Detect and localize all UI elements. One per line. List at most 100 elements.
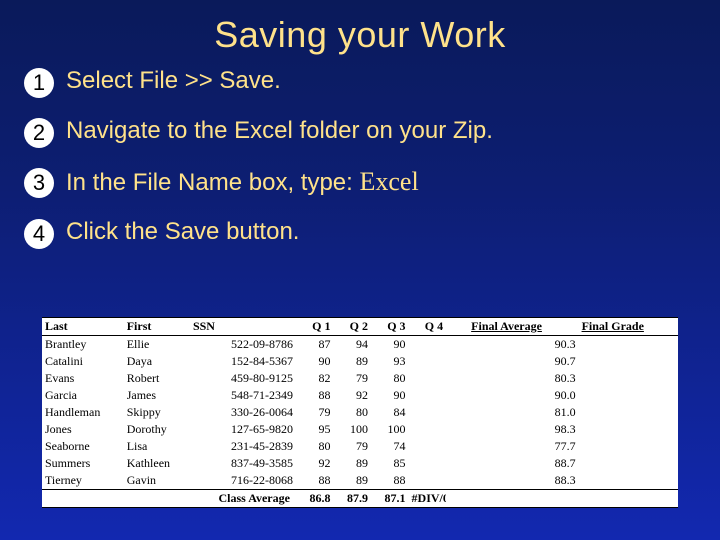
cell-gap	[446, 455, 468, 472]
cell-q1: 88	[296, 387, 334, 404]
cell-final-average: 88.3	[468, 472, 578, 490]
cell-gap	[446, 387, 468, 404]
cell-last: Seaborne	[42, 438, 124, 455]
footer-label: Class Average	[42, 490, 296, 508]
cell-final-average: 81.0	[468, 404, 578, 421]
step-text: In the File Name box, type: Excel	[66, 166, 700, 199]
cell-gap	[446, 370, 468, 387]
cell-q4	[409, 472, 447, 490]
footer-gap	[446, 490, 468, 508]
cell-final-grade	[579, 404, 678, 421]
cell-gap	[446, 404, 468, 421]
data-table-container: Last First SSN Q 1 Q 2 Q 3 Q 4 Final Ave…	[42, 317, 678, 508]
cell-q1: 80	[296, 438, 334, 455]
table-body: BrantleyEllie522-09-878687949090.3Catali…	[42, 336, 678, 490]
cell-q1: 90	[296, 353, 334, 370]
cell-final-grade	[579, 455, 678, 472]
table-row: CataliniDaya152-84-536790899390.7	[42, 353, 678, 370]
cell-q3: 74	[371, 438, 409, 455]
cell-ssn: 459-80-9125	[190, 370, 296, 387]
col-header-first: First	[124, 318, 190, 336]
cell-q3: 90	[371, 387, 409, 404]
step-text-emphasis: Excel	[359, 167, 418, 196]
cell-q4	[409, 438, 447, 455]
cell-gap	[446, 336, 468, 354]
footer-q2: 87.9	[333, 490, 371, 508]
step-number: 4	[24, 219, 54, 249]
cell-final-grade	[579, 387, 678, 404]
cell-q4	[409, 353, 447, 370]
cell-q4	[409, 404, 447, 421]
cell-q1: 82	[296, 370, 334, 387]
cell-q2: 79	[333, 370, 371, 387]
table-header-row: Last First SSN Q 1 Q 2 Q 3 Q 4 Final Ave…	[42, 318, 678, 336]
cell-first: Skippy	[124, 404, 190, 421]
cell-final-average: 77.7	[468, 438, 578, 455]
cell-first: Dorothy	[124, 421, 190, 438]
table-row: HandlemanSkippy330-26-0064798084 81.0	[42, 404, 678, 421]
cell-q2: 89	[333, 455, 371, 472]
footer-q4: #DIV/0!	[409, 490, 447, 508]
step-text: Click the Save button.	[66, 217, 700, 247]
col-header-q1: Q 1	[296, 318, 334, 336]
cell-final-grade	[579, 472, 678, 490]
cell-final-average: 98.3	[468, 421, 578, 438]
cell-q4	[409, 455, 447, 472]
cell-last: Brantley	[42, 336, 124, 354]
step-text-prefix: In the File Name box, type:	[66, 169, 359, 196]
cell-gap	[446, 421, 468, 438]
cell-last: Garcia	[42, 387, 124, 404]
cell-first: Ellie	[124, 336, 190, 354]
footer-q1: 86.8	[296, 490, 334, 508]
cell-final-grade	[579, 353, 678, 370]
cell-first: Robert	[124, 370, 190, 387]
steps-list: 1 Select File >> Save. 2 Navigate to the…	[0, 66, 720, 249]
footer-fgrade	[579, 490, 678, 508]
cell-q3: 90	[371, 336, 409, 354]
footer-favg	[468, 490, 578, 508]
cell-last: Jones	[42, 421, 124, 438]
cell-q4	[409, 370, 447, 387]
cell-last: Summers	[42, 455, 124, 472]
cell-gap	[446, 472, 468, 490]
table-row: SeaborneLisa231-45-283980797477.7	[42, 438, 678, 455]
step-text: Navigate to the Excel folder on your Zip…	[66, 116, 700, 146]
table-row: JonesDorothy127-65-98209510010098.3	[42, 421, 678, 438]
step-text: Select File >> Save.	[66, 66, 700, 96]
cell-first: James	[124, 387, 190, 404]
cell-final-grade	[579, 336, 678, 354]
cell-ssn: 330-26-0064	[190, 404, 296, 421]
cell-q2: 89	[333, 353, 371, 370]
col-header-q3: Q 3	[371, 318, 409, 336]
col-header-q2: Q 2	[333, 318, 371, 336]
cell-gap	[446, 438, 468, 455]
cell-q4	[409, 421, 447, 438]
step-1: 1 Select File >> Save.	[24, 66, 700, 98]
cell-last: Evans	[42, 370, 124, 387]
cell-q4	[409, 336, 447, 354]
cell-q1: 79	[296, 404, 334, 421]
cell-gap	[446, 353, 468, 370]
footer-q3: 87.1	[371, 490, 409, 508]
cell-first: Kathleen	[124, 455, 190, 472]
cell-q1: 92	[296, 455, 334, 472]
cell-q1: 87	[296, 336, 334, 354]
cell-q3: 84	[371, 404, 409, 421]
cell-ssn: 716-22-8068	[190, 472, 296, 490]
cell-final-average: 90.7	[468, 353, 578, 370]
cell-last: Tierney	[42, 472, 124, 490]
col-header-final-average: Final Average	[468, 318, 578, 336]
cell-q1: 88	[296, 472, 334, 490]
cell-q2: 80	[333, 404, 371, 421]
col-header-last: Last	[42, 318, 124, 336]
cell-final-grade	[579, 421, 678, 438]
cell-q3: 85	[371, 455, 409, 472]
step-number: 1	[24, 68, 54, 98]
step-2: 2 Navigate to the Excel folder on your Z…	[24, 116, 700, 148]
cell-first: Daya	[124, 353, 190, 370]
col-gap	[446, 318, 468, 336]
cell-first: Lisa	[124, 438, 190, 455]
col-header-final-grade: Final Grade	[579, 318, 678, 336]
cell-last: Handleman	[42, 404, 124, 421]
cell-q2: 94	[333, 336, 371, 354]
